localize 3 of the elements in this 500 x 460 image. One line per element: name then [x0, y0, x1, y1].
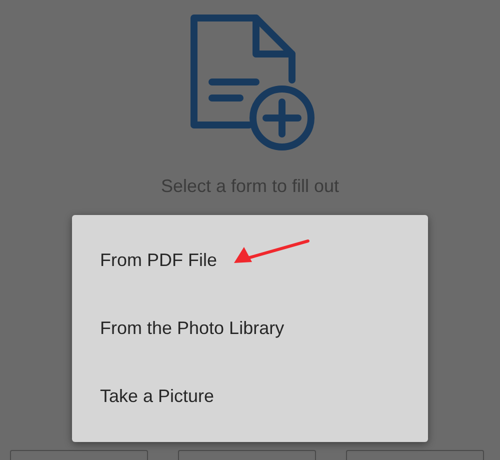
menu-item[interactable]: From the Photo Library: [72, 294, 312, 362]
menu-item[interactable]: Take a Picture: [72, 362, 242, 430]
menu-item[interactable]: From PDF File: [72, 226, 245, 294]
